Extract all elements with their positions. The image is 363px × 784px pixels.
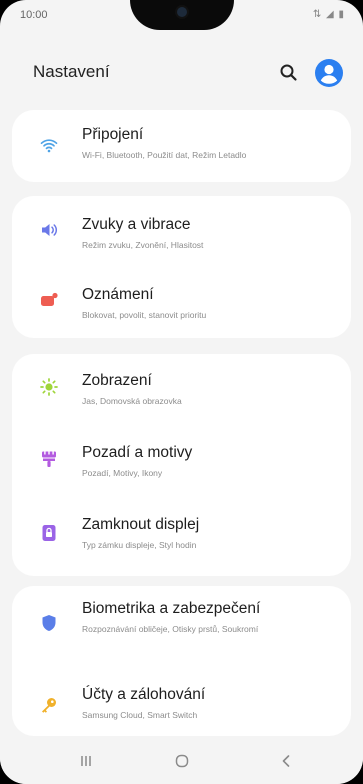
header: Nastavení <box>0 54 363 90</box>
item-title: Zvuky a vibrace <box>82 216 191 233</box>
search-icon <box>280 64 297 81</box>
wifi-icon <box>40 139 58 153</box>
item-title: Zamknout displej <box>82 516 200 533</box>
speaker-icon <box>42 224 58 236</box>
settings-item-biometrics[interactable]: Biometrika a zabezpečení Rozpoznávání ob… <box>12 586 351 666</box>
item-title: Připojení <box>82 126 144 143</box>
item-title: Oznámení <box>82 286 154 303</box>
back-icon <box>282 755 290 767</box>
recents-button[interactable] <box>74 750 98 772</box>
settings-item-sounds[interactable]: Zvuky a vibrace Režim zvuku, Zvonění, Hl… <box>12 196 351 266</box>
camera-notch <box>130 0 234 30</box>
search-button[interactable] <box>276 60 302 86</box>
page-title: Nastavení <box>33 62 110 81</box>
settings-item-display[interactable]: Zobrazení Jas, Domovská obrazovka <box>12 354 351 426</box>
settings-item-lock-screen[interactable]: Zamknout displej Typ zámku displeje, Sty… <box>12 500 351 576</box>
account-button[interactable] <box>314 58 344 88</box>
item-title: Pozadí a motivy <box>82 444 193 461</box>
home-icon <box>175 754 189 768</box>
settings-group-security: Biometrika a zabezpečení Rozpoznávání ob… <box>12 586 351 736</box>
paintbrush-icon <box>42 451 56 467</box>
item-subtitle: Rozpoznávání obličeje, Otisky prstů, Sou… <box>82 624 259 634</box>
settings-item-accounts[interactable]: Účty a zálohování Samsung Cloud, Smart S… <box>12 666 351 736</box>
item-subtitle: Samsung Cloud, Smart Switch <box>82 710 198 720</box>
item-title: Účty a zálohování <box>82 686 206 703</box>
item-subtitle: Režim zvuku, Zvonění, Hlasitost <box>82 240 204 250</box>
settings-group-connections: Připojení Wi-Fi, Bluetooth, Použití dat,… <box>12 110 351 182</box>
account-icon <box>315 59 343 87</box>
item-subtitle: Wi-Fi, Bluetooth, Použití dat, Režim Let… <box>82 150 247 160</box>
back-button[interactable] <box>274 750 298 772</box>
lock-screen-icon <box>42 525 56 541</box>
settings-group-display: Zobrazení Jas, Domovská obrazovka Pozadí… <box>12 354 351 576</box>
key-icon <box>42 698 56 713</box>
item-subtitle: Jas, Domovská obrazovka <box>82 396 182 406</box>
settings-screen: 10:00 ⇅ ◢ ▮ Nastavení Připojení Wi-Fi, B… <box>0 0 363 784</box>
item-subtitle: Pozadí, Motivy, Ikony <box>82 468 163 478</box>
status-icons: ⇅ ◢ ▮ <box>312 9 345 20</box>
home-button[interactable] <box>170 750 194 772</box>
settings-group-sound: Zvuky a vibrace Režim zvuku, Zvonění, Hl… <box>12 196 351 338</box>
settings-item-notifications[interactable]: Oznámení Blokovat, povolit, stanovit pri… <box>12 266 351 338</box>
navigation-bar <box>0 738 363 784</box>
item-subtitle: Blokovat, povolit, stanovit prioritu <box>82 310 207 320</box>
front-camera-icon <box>177 7 187 17</box>
shield-icon <box>42 615 56 631</box>
item-title: Biometrika a zabezpečení <box>82 600 261 617</box>
settings-item-connections[interactable]: Připojení Wi-Fi, Bluetooth, Použití dat,… <box>12 110 351 182</box>
item-subtitle: Typ zámku displeje, Styl hodin <box>82 540 197 550</box>
brightness-icon <box>40 378 58 396</box>
settings-item-wallpaper[interactable]: Pozadí a motivy Pozadí, Motivy, Ikony <box>12 426 351 500</box>
status-time: 10:00 <box>20 9 48 21</box>
item-title: Zobrazení <box>82 372 152 389</box>
recents-icon <box>81 756 91 766</box>
notification-icon <box>41 292 58 306</box>
